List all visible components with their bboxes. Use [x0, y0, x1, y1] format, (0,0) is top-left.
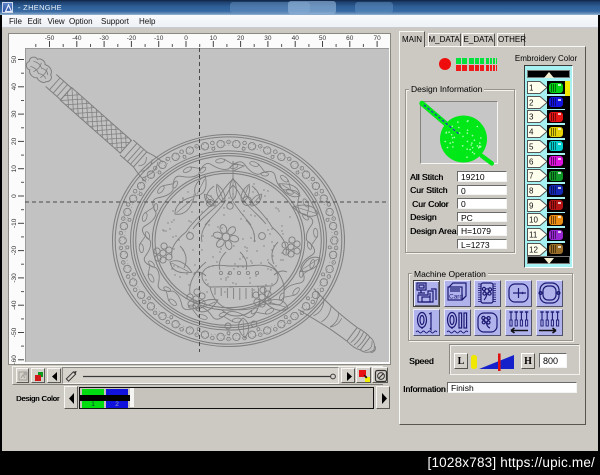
svg-text:6: 6: [529, 157, 534, 166]
svg-text:12: 12: [529, 245, 538, 254]
svg-text:7: 7: [529, 172, 534, 181]
svg-text:4: 4: [529, 128, 534, 137]
svg-text:8: 8: [529, 186, 534, 195]
svg-text:11: 11: [529, 231, 538, 240]
svg-text:Card: Card: [449, 294, 463, 301]
svg-text:1: 1: [529, 84, 534, 93]
svg-text:5: 5: [529, 142, 534, 151]
svg-text:2: 2: [529, 98, 534, 107]
svg-text:10: 10: [529, 216, 538, 225]
svg-text:3: 3: [529, 113, 534, 122]
svg-text:9: 9: [529, 201, 534, 210]
